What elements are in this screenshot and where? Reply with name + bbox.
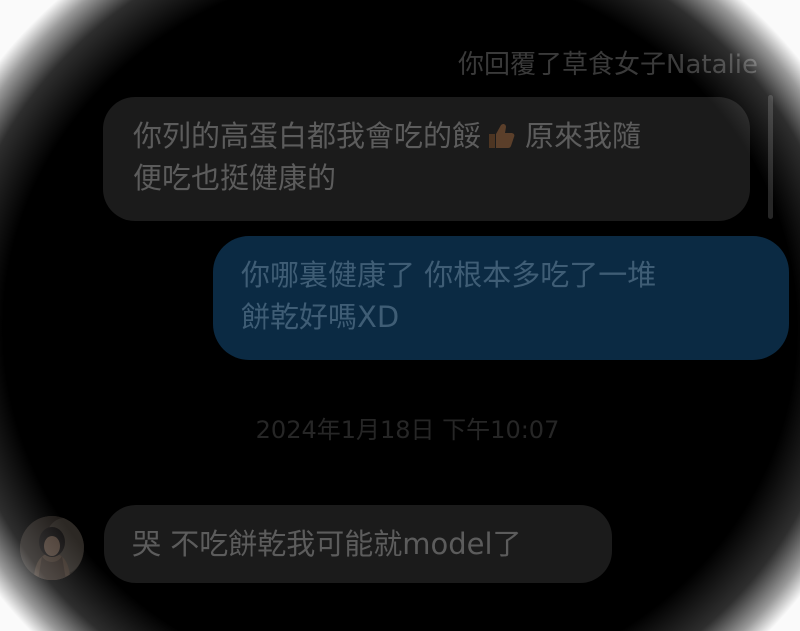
reply-header: 你回覆了草食女子Natalie	[458, 50, 758, 80]
avatar-photo	[20, 516, 84, 580]
quoted-message-text: 你列的高蛋白都我會吃的餒	[133, 119, 482, 153]
avatar[interactable]	[20, 516, 84, 580]
sent-message-line2: 餅乾好嗎XD	[241, 300, 400, 334]
received-message-bubble[interactable]: 哭 不吃餅乾我可能就model了	[104, 505, 612, 583]
received-message-text: 哭 不吃餅乾我可能就model了	[132, 527, 522, 561]
scrollbar[interactable]	[768, 95, 773, 219]
thumbs-up-icon	[489, 123, 515, 148]
quoted-message-bubble[interactable]: 你列的高蛋白都我會吃的餒 原來我隨 便吃也挺健康的	[103, 97, 750, 221]
message-timestamp: 2024年1月18日 下午10:07	[255, 416, 560, 444]
quoted-message-text-cont: 原來我隨	[525, 119, 642, 153]
quoted-message-text-line2: 便吃也挺健康的	[133, 161, 337, 195]
sent-message-bubble[interactable]: 你哪裏健康了 你根本多吃了一堆 餅乾好嗎XD	[213, 236, 789, 360]
chat-screen: 你回覆了草食女子Natalie 你列的高蛋白都我會吃的餒 原來我隨 便吃也挺健康…	[0, 0, 800, 631]
sent-message-line1: 你哪裏健康了 你根本多吃了一堆	[241, 258, 657, 292]
